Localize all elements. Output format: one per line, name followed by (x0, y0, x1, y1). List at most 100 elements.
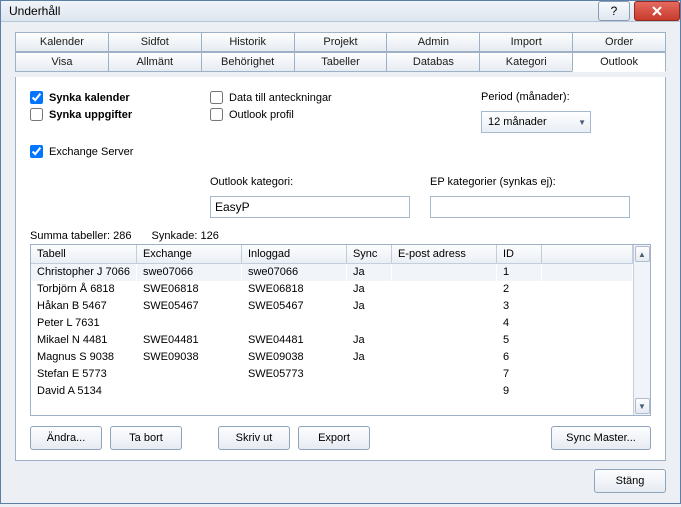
window-close-button[interactable] (634, 1, 680, 21)
tab-admin[interactable]: Admin (386, 32, 480, 52)
period-value: 12 månader (488, 116, 547, 128)
table-cell: 5 (496, 332, 541, 349)
tab-tabeller[interactable]: Tabeller (294, 52, 388, 72)
table-cell (391, 298, 496, 315)
tab-behörighet[interactable]: Behörighet (201, 52, 295, 72)
help-icon: ? (611, 4, 618, 18)
edit-button[interactable]: Ändra... (30, 426, 102, 450)
table-cell: Håkan B 5467 (31, 298, 136, 315)
table-cell: 7 (496, 366, 541, 383)
table-cell: Mikael N 4481 (31, 332, 136, 349)
table-cell: SWE06818 (136, 281, 241, 298)
scroll-down-button[interactable]: ▼ (635, 398, 650, 414)
table-cell (346, 366, 391, 383)
table-cell: Ja (346, 332, 391, 349)
table-cell (346, 315, 391, 332)
table-row[interactable]: Peter L 76314 (31, 315, 633, 332)
column-header[interactable]: Sync (346, 245, 391, 264)
table-cell: 4 (496, 315, 541, 332)
table-cell (241, 383, 346, 400)
check-outlook-profile[interactable]: Outlook profil (210, 108, 390, 121)
table-cell: Ja (346, 349, 391, 366)
table-row[interactable]: Mikael N 4481SWE04481SWE04481Ja5 (31, 332, 633, 349)
tab-panel-outlook: Synka kalender Synka uppgifter Exchange … (15, 77, 666, 461)
table-cell (391, 281, 496, 298)
table-cell: swe07066 (241, 264, 346, 281)
check-exchange-server[interactable]: Exchange Server (30, 145, 190, 158)
check-sync-tasks-box[interactable] (30, 108, 43, 121)
table-cell (136, 383, 241, 400)
table-cell: 3 (496, 298, 541, 315)
check-outlook-profile-box[interactable] (210, 108, 223, 121)
table-cell: SWE04481 (241, 332, 346, 349)
table-cell: Ja (346, 281, 391, 298)
print-button[interactable]: Skriv ut (218, 426, 290, 450)
table-cell (391, 332, 496, 349)
table-row[interactable]: Håkan B 5467SWE05467SWE05467Ja3 (31, 298, 633, 315)
tab-databas[interactable]: Databas (386, 52, 480, 72)
table-row[interactable]: David A 5134 9 (31, 383, 633, 400)
table-cell: SWE05773 (241, 366, 346, 383)
table-cell: SWE09038 (136, 349, 241, 366)
table-cell: 1 (496, 264, 541, 281)
table-row[interactable]: Torbjörn Å 6818SWE06818SWE06818Ja2 (31, 281, 633, 298)
outlook-category-input[interactable] (210, 196, 410, 218)
titlebar: Underhåll ? (1, 1, 680, 22)
check-data-to-notes-box[interactable] (210, 91, 223, 104)
period-select[interactable]: 12 månader ▼ (481, 111, 591, 133)
tab-sidfot[interactable]: Sidfot (108, 32, 202, 52)
tab-outlook[interactable]: Outlook (572, 52, 666, 72)
close-icon (652, 6, 662, 16)
table-row[interactable]: Magnus S 9038SWE09038SWE09038Ja6 (31, 349, 633, 366)
chevron-down-icon: ▼ (578, 118, 586, 127)
table-cell: Stefan E 5773 (31, 366, 136, 383)
window-title: Underhåll (9, 4, 598, 18)
tab-visa[interactable]: Visa (15, 52, 109, 72)
table-cell (391, 349, 496, 366)
table-cell: SWE09038 (241, 349, 346, 366)
status-synced: Synkade: 126 (152, 230, 219, 242)
tab-allmänt[interactable]: Allmänt (108, 52, 202, 72)
column-header[interactable]: Inloggad (241, 245, 346, 264)
check-sync-calendar-box[interactable] (30, 91, 43, 104)
table-cell (391, 315, 496, 332)
table-cell: SWE05467 (241, 298, 346, 315)
tab-projekt[interactable]: Projekt (294, 32, 388, 52)
table-cell (241, 315, 346, 332)
table-cell (136, 366, 241, 383)
status-sum: Summa tabeller: 286 (30, 230, 132, 242)
close-button[interactable]: Stäng (594, 469, 666, 493)
scroll-up-button[interactable]: ▲ (635, 246, 650, 262)
table-cell (391, 264, 496, 281)
check-data-to-notes-label: Data till anteckningar (229, 92, 332, 104)
table-cell: 9 (496, 383, 541, 400)
table-cell: SWE05467 (136, 298, 241, 315)
tab-kalender[interactable]: Kalender (15, 32, 109, 52)
table-cell: David A 5134 (31, 383, 136, 400)
tab-historik[interactable]: Historik (201, 32, 295, 52)
column-header[interactable]: ID (496, 245, 541, 264)
check-sync-calendar[interactable]: Synka kalender (30, 91, 190, 104)
tab-import[interactable]: Import (479, 32, 573, 52)
help-button[interactable]: ? (598, 1, 630, 21)
table-cell: Ja (346, 264, 391, 281)
table-cell (391, 383, 496, 400)
check-sync-tasks[interactable]: Synka uppgifter (30, 108, 190, 121)
column-header[interactable]: Exchange (136, 245, 241, 264)
table-row[interactable]: Stefan E 5773 SWE05773 7 (31, 366, 633, 383)
sync-master-button[interactable]: Sync Master... (551, 426, 651, 450)
tab-order[interactable]: Order (572, 32, 666, 52)
table-cell: SWE04481 (136, 332, 241, 349)
delete-button[interactable]: Ta bort (110, 426, 182, 450)
column-header[interactable]: E-post adress (391, 245, 496, 264)
table-row[interactable]: Christopher J 7066swe07066swe07066Ja1 (31, 264, 633, 281)
ep-category-input[interactable] (430, 196, 630, 218)
check-data-to-notes[interactable]: Data till anteckningar (210, 91, 390, 104)
table-cell: Christopher J 7066 (31, 264, 136, 281)
export-button[interactable]: Export (298, 426, 370, 450)
table-scrollbar[interactable]: ▲ ▼ (633, 245, 650, 415)
tab-kategori[interactable]: Kategori (479, 52, 573, 72)
column-header[interactable]: Tabell (31, 245, 136, 264)
check-exchange-server-box[interactable] (30, 145, 43, 158)
table-cell: 6 (496, 349, 541, 366)
